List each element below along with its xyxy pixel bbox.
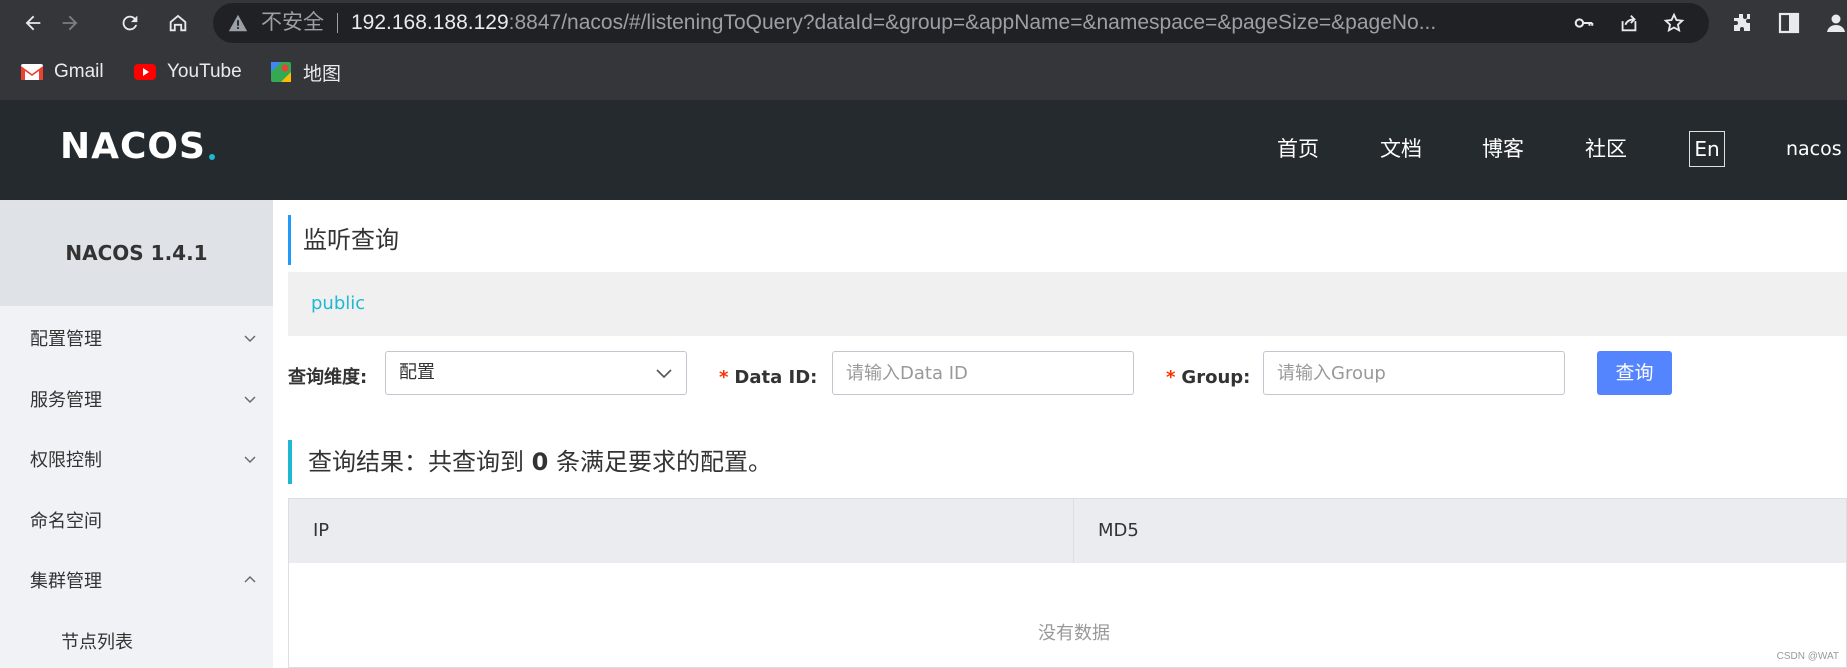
result-table: IP MD5 没有数据 bbox=[288, 498, 1847, 668]
bookmark-label: YouTube bbox=[167, 61, 242, 82]
sidebar-item-label: 配置管理 bbox=[30, 329, 102, 350]
share-button[interactable] bbox=[1616, 11, 1642, 35]
back-arrow-icon bbox=[25, 15, 41, 31]
url-host: 192.168.188.129 bbox=[351, 11, 509, 34]
address-bar[interactable]: 不安全 192.168.188.129:8847/nacos/#/listeni… bbox=[213, 3, 1709, 43]
sidebar-item-label: 命名空间 bbox=[30, 511, 102, 532]
maps-icon bbox=[271, 62, 291, 82]
bookmark-label: Gmail bbox=[54, 61, 104, 82]
query-button[interactable]: 查询 bbox=[1597, 351, 1672, 395]
group-input[interactable] bbox=[1263, 351, 1565, 395]
user-menu[interactable]: nacos bbox=[1786, 133, 1842, 165]
chevron-up-icon bbox=[244, 576, 256, 583]
column-header-ip[interactable]: IP bbox=[289, 499, 1074, 563]
home-icon bbox=[169, 14, 187, 32]
home-button[interactable] bbox=[163, 8, 193, 38]
puzzle-icon bbox=[1734, 14, 1750, 31]
nav-docs[interactable]: 文档 bbox=[1380, 133, 1422, 165]
dimension-select[interactable]: 配置 bbox=[385, 351, 687, 395]
nav-blog[interactable]: 博客 bbox=[1482, 133, 1524, 165]
bookmark-youtube[interactable]: YouTube bbox=[133, 56, 242, 88]
gmail-icon bbox=[21, 64, 43, 80]
warning-icon[interactable] bbox=[227, 12, 249, 34]
side-panel-icon bbox=[1778, 12, 1800, 34]
browser-toolbar: 不安全 192.168.188.129:8847/nacos/#/listeni… bbox=[0, 0, 1847, 45]
sidebar-item-label: 服务管理 bbox=[30, 390, 102, 411]
insecure-label: 不安全 bbox=[261, 11, 324, 34]
empty-state-text: 没有数据 bbox=[1038, 623, 1110, 644]
key-icon bbox=[1574, 18, 1594, 28]
bookmarks-bar: Gmail YouTube 地图 bbox=[0, 52, 1847, 92]
forward-button[interactable] bbox=[55, 8, 85, 38]
omnibox-divider bbox=[337, 13, 338, 33]
sidebar-item-label: 节点列表 bbox=[61, 632, 133, 653]
result-summary: 查询结果：共查询到 0 条满足要求的配置。 bbox=[288, 440, 772, 484]
sidebar-title: NACOS 1.4.1 bbox=[0, 200, 273, 306]
page-title: 监听查询 bbox=[288, 215, 399, 265]
required-mark: * bbox=[719, 367, 729, 388]
required-mark: * bbox=[1166, 367, 1176, 388]
app-header bbox=[0, 100, 1847, 200]
sidebar: NACOS 1.4.1 配置管理 服务管理 权限控制 命名空间 集群管理 节点列… bbox=[0, 200, 273, 668]
nav-community[interactable]: 社区 bbox=[1585, 133, 1627, 165]
logo-text: NACOS bbox=[60, 126, 206, 167]
url-text[interactable]: 192.168.188.129:8847/nacos/#/listeningTo… bbox=[351, 3, 1551, 43]
nacos-logo[interactable]: NACOS bbox=[60, 127, 215, 167]
share-icon bbox=[1621, 15, 1637, 32]
bookmark-star-button[interactable] bbox=[1661, 11, 1687, 35]
dimension-label: 查询维度: bbox=[288, 367, 368, 388]
chevron-down-icon bbox=[244, 396, 256, 403]
namespace-bar: public bbox=[288, 272, 1847, 336]
dataid-label-text: Data ID: bbox=[734, 367, 818, 388]
profile-button[interactable] bbox=[1822, 9, 1847, 37]
extensions-button[interactable] bbox=[1728, 9, 1756, 37]
sidebar-item-label: 权限控制 bbox=[30, 450, 102, 471]
chevron-down-icon bbox=[244, 335, 256, 342]
namespace-public[interactable]: public bbox=[311, 272, 365, 336]
main-content: 监听查询 public 查询维度: 配置 *Data ID: *Group: 查… bbox=[273, 200, 1847, 668]
bookmark-gmail[interactable]: Gmail bbox=[20, 56, 104, 88]
reload-button[interactable] bbox=[115, 8, 145, 38]
result-prefix: 查询结果：共查询到 bbox=[308, 448, 524, 476]
watermark: CSDN @WAT bbox=[1776, 651, 1839, 662]
bookmark-label: 地图 bbox=[303, 63, 342, 85]
side-panel-button[interactable] bbox=[1775, 9, 1803, 37]
back-button[interactable] bbox=[18, 8, 48, 38]
reload-icon bbox=[122, 15, 138, 31]
result-count: 0 bbox=[531, 448, 549, 476]
group-label-text: Group: bbox=[1181, 367, 1251, 388]
dataid-input[interactable] bbox=[832, 351, 1134, 395]
sidebar-item-cluster[interactable]: 集群管理 bbox=[0, 552, 273, 608]
sidebar-item-service[interactable]: 服务管理 bbox=[0, 371, 273, 427]
sidebar-item-config[interactable]: 配置管理 bbox=[0, 310, 273, 366]
sidebar-item-label: 集群管理 bbox=[30, 571, 102, 592]
group-label: * Group: bbox=[1166, 361, 1250, 395]
dimension-selected-value: 配置 bbox=[399, 362, 435, 383]
bookmark-maps[interactable]: 地图 bbox=[269, 56, 341, 88]
column-header-md5[interactable]: MD5 bbox=[1074, 499, 1847, 563]
sidebar-item-node-list[interactable]: 节点列表 bbox=[0, 613, 273, 668]
star-icon bbox=[1663, 12, 1685, 33]
profile-icon bbox=[1827, 14, 1845, 32]
url-path: :8847/nacos/#/listeningToQuery?dataId=&g… bbox=[508, 11, 1437, 34]
sidebar-item-namespace[interactable]: 命名空间 bbox=[0, 492, 273, 548]
table-header: IP MD5 bbox=[289, 499, 1846, 563]
browser-chrome: 不安全 192.168.188.129:8847/nacos/#/listeni… bbox=[0, 0, 1847, 100]
chevron-down-icon bbox=[656, 369, 672, 379]
password-key-button[interactable] bbox=[1571, 11, 1597, 35]
language-switch-button[interactable]: En bbox=[1689, 131, 1725, 167]
chevron-down-icon bbox=[244, 456, 256, 463]
result-suffix: 条满足要求的配置。 bbox=[555, 448, 772, 476]
forward-arrow-icon bbox=[62, 15, 78, 31]
logo-dot bbox=[208, 154, 215, 160]
dataid-label: * Data ID: bbox=[719, 361, 817, 395]
youtube-icon bbox=[134, 64, 156, 80]
sidebar-item-permission[interactable]: 权限控制 bbox=[0, 431, 273, 487]
nav-home[interactable]: 首页 bbox=[1277, 133, 1319, 165]
